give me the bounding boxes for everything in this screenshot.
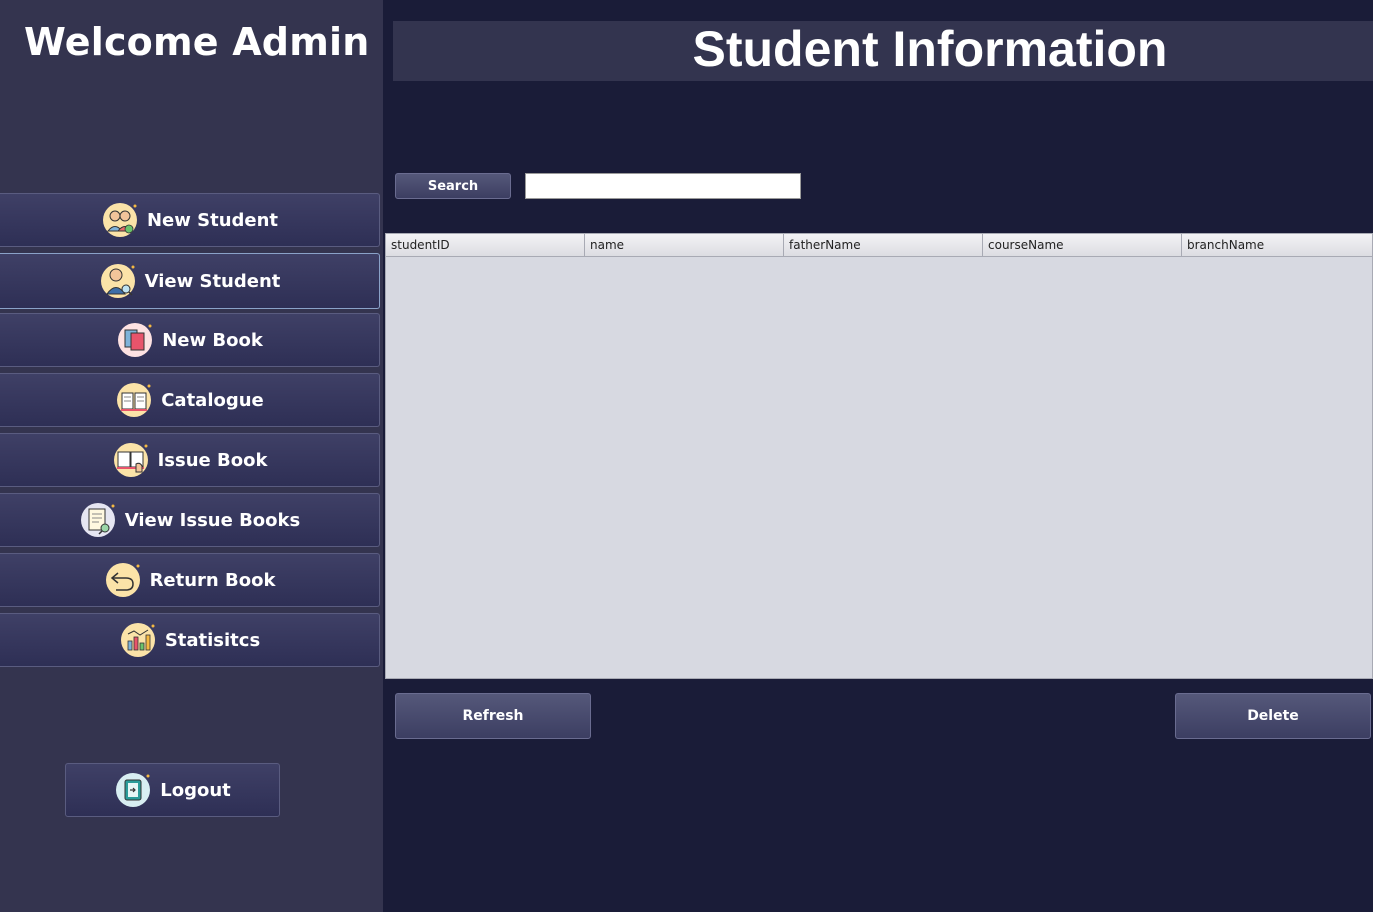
logout-button[interactable]: Logout [65, 763, 280, 817]
return-book-button[interactable]: Return Book [0, 553, 380, 607]
view-student-button[interactable]: View Student [0, 253, 380, 309]
student-search-icon [99, 262, 137, 300]
refresh-button[interactable]: Refresh [395, 693, 591, 739]
nav-label: Catalogue [161, 389, 264, 411]
new-book-button[interactable]: New Book [0, 313, 380, 367]
return-arrow-icon [104, 561, 142, 599]
column-header-father-name[interactable]: fatherName [784, 234, 983, 256]
view-issue-books-button[interactable]: View Issue Books [0, 493, 380, 547]
welcome-heading: Welcome Admin [24, 20, 370, 64]
column-header-branch-name[interactable]: branchName [1182, 234, 1372, 256]
nav-label: Issue Book [157, 449, 268, 471]
logout-label: Logout [160, 779, 231, 801]
add-students-icon [101, 201, 139, 239]
nav-label: Return Book [149, 569, 276, 591]
column-header-course-name[interactable]: courseName [983, 234, 1182, 256]
page-title: Student Information [692, 21, 1168, 77]
nav-label: New Book [162, 329, 263, 351]
bar-chart-icon [119, 621, 157, 659]
title-bar: Student Information [393, 21, 1373, 81]
new-student-button[interactable]: New Student [0, 193, 380, 247]
book-hand-icon [112, 441, 150, 479]
books-icon [116, 321, 154, 359]
nav-label: View Issue Books [124, 509, 301, 531]
exit-door-icon [114, 771, 152, 809]
catalogue-button[interactable]: Catalogue [0, 373, 380, 427]
column-header-student-id[interactable]: studentID [386, 234, 585, 256]
nav-label: Statisitcs [164, 629, 261, 651]
statistics-button[interactable]: Statisitcs [0, 613, 380, 667]
open-book-icon [115, 381, 153, 419]
table-body[interactable] [386, 257, 1372, 679]
table-header: studentID name fatherName courseName bra… [386, 234, 1372, 257]
delete-button[interactable]: Delete [1175, 693, 1371, 739]
document-search-icon [79, 501, 117, 539]
student-table: studentID name fatherName courseName bra… [385, 233, 1373, 679]
sidebar: Welcome Admin New Student View Student N… [0, 0, 383, 912]
search-button[interactable]: Search [395, 173, 511, 199]
search-input[interactable] [525, 173, 801, 199]
nav-label: New Student [146, 209, 279, 231]
nav-label: View Student [144, 270, 281, 292]
column-header-name[interactable]: name [585, 234, 784, 256]
issue-book-button[interactable]: Issue Book [0, 433, 380, 487]
